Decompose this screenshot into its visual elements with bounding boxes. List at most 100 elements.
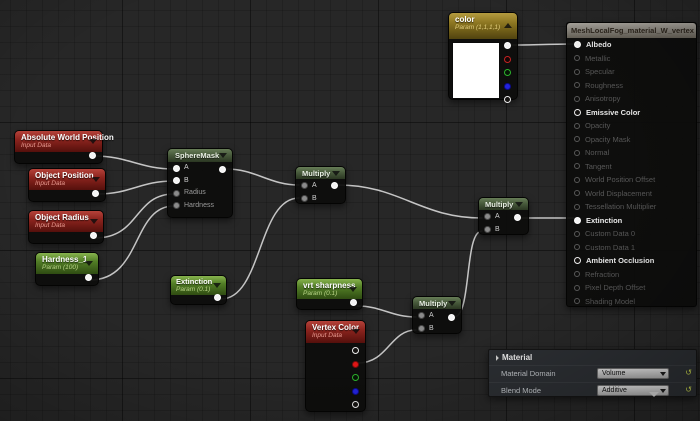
pin-icon[interactable] xyxy=(574,244,580,251)
result-pin-refraction[interactable]: Refraction xyxy=(567,268,696,282)
output-pin[interactable] xyxy=(89,152,96,159)
material-domain-dropdown[interactable]: Volume xyxy=(597,367,669,379)
pin-icon[interactable] xyxy=(574,41,581,49)
wire-color-to-albedo[interactable] xyxy=(510,43,575,46)
result-pin-metallic[interactable]: Metallic xyxy=(567,52,696,66)
result-pin-anisotropy[interactable]: Anisotropy xyxy=(567,92,696,106)
input-pin-a[interactable] xyxy=(484,213,491,220)
wire-multiply1-to-multiply3-a[interactable] xyxy=(337,184,483,219)
wire-spheremask-to-multiply1-a[interactable] xyxy=(225,168,300,186)
pin-icon[interactable] xyxy=(574,149,580,156)
node-header[interactable]: Vertex Color Input Data xyxy=(306,321,365,343)
input-row-b[interactable]: B xyxy=(168,175,232,188)
result-pin-tessellation-multiplier[interactable]: Tessellation Multiplier xyxy=(567,200,696,214)
wire-objectposition-to-spheremask-b[interactable] xyxy=(96,180,175,195)
node-header[interactable]: Multiply xyxy=(296,167,345,179)
color-swatch[interactable] xyxy=(452,42,500,99)
output-pin[interactable] xyxy=(514,214,521,221)
result-pin-world-position-offset[interactable]: World Position Offset xyxy=(567,173,696,187)
details-category-header[interactable]: Material xyxy=(489,350,696,363)
pin-icon[interactable] xyxy=(574,203,580,210)
node-object-radius[interactable]: Object Radius Input Data xyxy=(28,210,104,244)
output-pin[interactable] xyxy=(85,274,92,281)
input-row-b[interactable]: B xyxy=(479,223,528,236)
result-pin-opacity[interactable]: Opacity xyxy=(567,119,696,133)
pin-icon[interactable] xyxy=(574,82,580,89)
pin-icon[interactable] xyxy=(574,163,580,170)
input-pin-a[interactable] xyxy=(418,312,425,319)
output-pin[interactable] xyxy=(219,166,226,173)
output-pin-a[interactable] xyxy=(352,401,359,408)
collapse-arrow-icon[interactable] xyxy=(89,139,97,144)
result-pin-tangent[interactable]: Tangent xyxy=(567,160,696,174)
pin-icon[interactable] xyxy=(574,108,581,116)
output-pin[interactable] xyxy=(331,182,338,189)
collapse-arrow-icon[interactable] xyxy=(349,287,357,292)
wire-vrtsharpness-to-multiply2-a[interactable] xyxy=(356,305,417,318)
result-pin-ambient-occlusion[interactable]: Ambient Occlusion xyxy=(567,254,696,268)
pin-icon[interactable] xyxy=(574,257,581,265)
input-pin-b[interactable] xyxy=(301,195,308,202)
collapse-arrow-icon[interactable] xyxy=(515,202,523,207)
result-pin-extinction[interactable]: Extinction xyxy=(567,214,696,228)
result-pin-opacity-mask[interactable]: Opacity Mask xyxy=(567,133,696,147)
node-vertex-color[interactable]: Vertex Color Input Data xyxy=(305,320,366,412)
collapse-arrow-icon[interactable] xyxy=(332,171,340,176)
output-pin[interactable] xyxy=(90,232,97,239)
node-header[interactable]: Absolute World Position Input Data xyxy=(15,131,114,152)
output-pin-b[interactable] xyxy=(352,388,359,395)
output-pin-a[interactable] xyxy=(504,96,511,103)
node-absolute-world-position[interactable]: Absolute World Position Input Data xyxy=(14,130,114,164)
wire-absworldpos-to-spheremask-a[interactable] xyxy=(93,155,175,170)
pin-icon[interactable] xyxy=(574,284,580,291)
collapse-arrow-icon[interactable] xyxy=(92,177,100,182)
collapse-arrow-icon[interactable] xyxy=(213,283,221,288)
pin-icon[interactable] xyxy=(574,176,580,183)
pin-icon[interactable] xyxy=(574,298,580,305)
node-object-position[interactable]: Object Position Input Data xyxy=(28,168,106,202)
node-header[interactable]: Object Radius Input Data xyxy=(29,211,103,232)
output-pin-rgb[interactable] xyxy=(352,347,359,354)
pin-icon[interactable] xyxy=(574,68,580,75)
input-pin-b[interactable] xyxy=(418,325,425,332)
output-pin[interactable] xyxy=(92,190,99,197)
node-header[interactable]: Multiply xyxy=(413,297,461,309)
input-pin-a[interactable] xyxy=(173,164,180,172)
pin-icon[interactable] xyxy=(574,95,580,102)
result-pin-roughness[interactable]: Roughness xyxy=(567,79,696,93)
node-header[interactable]: color Param (1,1,1,1) xyxy=(449,13,517,39)
node-header[interactable]: Multiply xyxy=(479,198,528,210)
result-pin-normal[interactable]: Normal xyxy=(567,146,696,160)
collapse-arrow-icon[interactable] xyxy=(90,219,98,224)
output-pin-g[interactable] xyxy=(504,69,511,76)
node-multiply-3[interactable]: Multiply A B xyxy=(478,197,529,235)
node-extinction-param[interactable]: Extinction Param (0.1) xyxy=(170,275,227,305)
result-pin-shading-model[interactable]: Shading Model xyxy=(567,295,696,309)
input-row-b[interactable]: B xyxy=(296,192,345,205)
category-expand-icon[interactable] xyxy=(493,354,499,361)
collapse-arrow-icon[interactable] xyxy=(219,153,227,158)
input-pin-hardness[interactable] xyxy=(173,202,180,210)
node-header[interactable]: Object Position Input Data xyxy=(29,169,105,190)
input-pin-b[interactable] xyxy=(173,177,180,185)
wire-objectradius-to-spheremask-radius[interactable] xyxy=(94,193,175,239)
node-header[interactable]: Hardness_1 Param (100) xyxy=(36,253,98,274)
node-header[interactable]: Extinction Param (0.1) xyxy=(171,276,226,295)
panel-expander-icon[interactable] xyxy=(649,392,659,397)
result-pin-specular[interactable]: Specular xyxy=(567,65,696,79)
output-pin[interactable] xyxy=(350,299,357,306)
input-row-hardness[interactable]: Hardness xyxy=(168,200,232,213)
pin-icon[interactable] xyxy=(574,216,581,224)
output-pin-b[interactable] xyxy=(504,83,511,90)
reset-to-default-icon[interactable]: ↺ xyxy=(685,386,692,394)
output-pin[interactable] xyxy=(448,314,455,321)
input-pin-a[interactable] xyxy=(301,182,308,189)
collapse-arrow-icon[interactable] xyxy=(504,23,512,28)
output-pin-r[interactable] xyxy=(504,56,511,63)
node-hardness-param[interactable]: Hardness_1 Param (100) xyxy=(35,252,99,286)
node-sphere-mask[interactable]: SphereMask A B Radius Hardness xyxy=(167,148,233,218)
material-graph-canvas[interactable]: color Param (1,1,1,1) MeshLocalFog_mater… xyxy=(0,0,700,421)
pin-icon[interactable] xyxy=(574,271,580,278)
collapse-arrow-icon[interactable] xyxy=(448,301,456,306)
pin-icon[interactable] xyxy=(574,190,580,197)
